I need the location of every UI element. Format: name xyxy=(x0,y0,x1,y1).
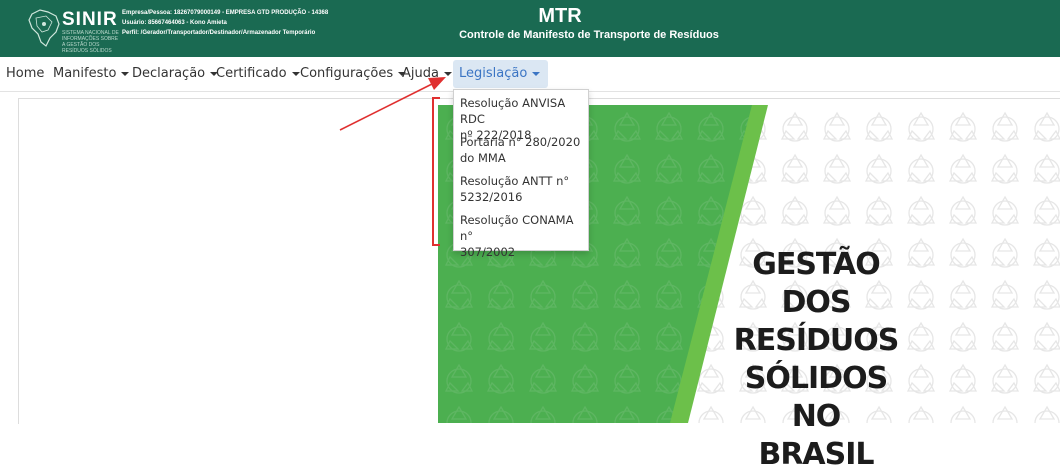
app-title-block: MTR Controle de Manifesto de Transporte … xyxy=(0,4,1060,42)
nav-manifesto-label: Manifesto xyxy=(53,66,117,81)
nav-configuracoes[interactable]: Configurações xyxy=(300,66,407,81)
nav-certificado-label: Certificado xyxy=(216,66,287,81)
nav-legislacao[interactable]: Legislação xyxy=(453,60,549,88)
nav-home-label: Home xyxy=(6,66,45,81)
caret-down-icon xyxy=(443,71,452,76)
app-title: MTR xyxy=(538,5,582,27)
dropdown-item-portaria-mma[interactable]: Portaria n° 280/2020 do MMA xyxy=(460,134,586,166)
banner-line-4: NO BRASIL xyxy=(758,399,874,472)
dropdown-item-conama[interactable]: Resolução CONAMA n° 307/2002 xyxy=(460,212,586,260)
nav-ajuda-label: Ajuda xyxy=(402,66,439,81)
nav-declaracao-label: Declaração xyxy=(132,66,206,81)
app-subtitle: Controle de Manifesto de Transporte de R… xyxy=(459,29,719,41)
dropdown-item-portaria-line2: do MMA xyxy=(460,151,506,165)
nav-declaracao[interactable]: Declaração xyxy=(132,66,219,81)
nav-ajuda[interactable]: Ajuda xyxy=(402,66,452,81)
main-navbar: Home Manifesto Declaração Certificado Co… xyxy=(0,57,1060,92)
top-header-bar: SINIR SISTEMA NACIONAL DE INFORMAÇÕES SO… xyxy=(0,0,1060,57)
legislacao-dropdown-menu: Resolução ANVISA RDC nº 222/2018 Portari… xyxy=(453,89,589,259)
banner-line-2: RESÍDUOS xyxy=(733,323,900,358)
nav-legislacao-label: Legislação xyxy=(459,66,528,81)
caret-down-icon xyxy=(532,71,541,76)
dropdown-item-anvisa-line1: Resolução ANVISA RDC xyxy=(460,96,566,126)
dropdown-item-conama-line1: Resolução CONAMA n° xyxy=(460,213,574,243)
banner-line-1: GESTÃO DOS xyxy=(752,247,881,320)
nav-manifesto[interactable]: Manifesto xyxy=(53,66,130,81)
dropdown-item-antt-line1: Resolução ANTT n° xyxy=(460,174,570,188)
dropdown-item-conama-line2: 307/2002 xyxy=(460,245,516,259)
caret-down-icon xyxy=(291,71,300,76)
dropdown-item-portaria-line1: Portaria n° 280/2020 xyxy=(460,135,581,149)
annotation-bracket xyxy=(432,97,440,246)
banner-headline: GESTÃO DOS RESÍDUOS SÓLIDOS NO BRASIL xyxy=(730,246,902,474)
dropdown-item-antt[interactable]: Resolução ANTT n° 5232/2016 xyxy=(460,173,586,205)
nav-configuracoes-label: Configurações xyxy=(300,66,394,81)
banner-line-3: SÓLIDOS xyxy=(744,361,888,396)
dropdown-item-antt-line2: 5232/2016 xyxy=(460,190,523,204)
nav-certificado[interactable]: Certificado xyxy=(216,66,300,81)
nav-home[interactable]: Home xyxy=(6,66,44,81)
caret-down-icon xyxy=(121,71,130,76)
